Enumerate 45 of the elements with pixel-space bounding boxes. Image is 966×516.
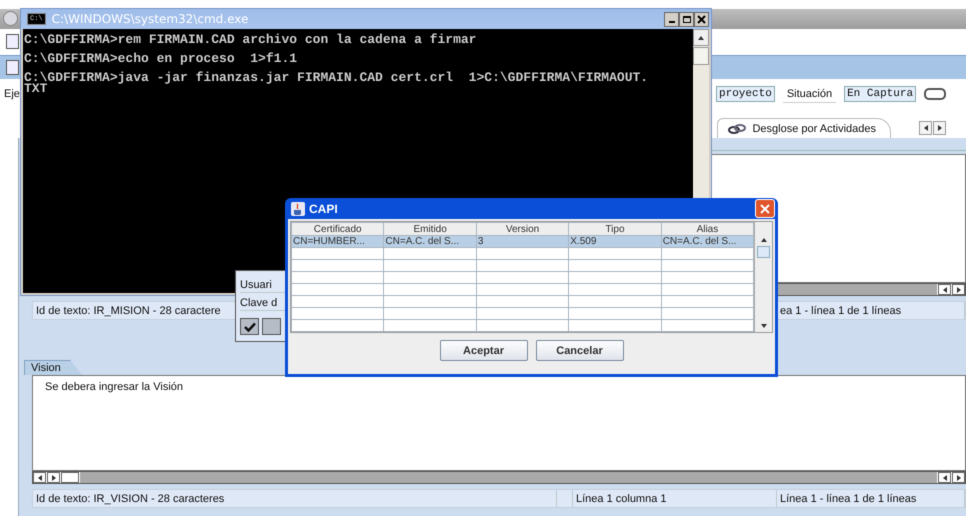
maximize-button[interactable] [679, 12, 694, 26]
scroll-right-button[interactable] [933, 121, 946, 135]
table-cell: X.509 [568, 236, 662, 248]
accept-button[interactable]: Aceptar [440, 340, 528, 361]
column-header[interactable]: Version [476, 222, 569, 236]
field-label: Situación [782, 86, 836, 103]
table-cell: CN=A.C. del S... [661, 236, 754, 248]
horizontal-scrollbar[interactable] [32, 471, 966, 484]
app-icon [3, 11, 18, 26]
table-cell: CN=A.C. del S... [384, 236, 476, 248]
table-cell: CN=HUMBER... [292, 236, 384, 248]
cancel-button[interactable]: Cancelar [536, 340, 624, 361]
field-label: Usuari [240, 278, 272, 290]
check-icon [244, 322, 256, 332]
close-icon [697, 14, 706, 24]
status-text: Línea 1 columna 1 [573, 490, 777, 507]
column-header[interactable]: Alias [661, 222, 754, 236]
status-text: Id de texto: IR_VISION - 28 caracteres [33, 490, 557, 507]
window-title: CAPI [309, 202, 339, 216]
close-icon [760, 204, 770, 214]
confirm-button[interactable] [240, 318, 259, 335]
cup-icon [291, 202, 305, 216]
console-line: TXT [24, 83, 48, 94]
field-value: proyecto [716, 86, 775, 102]
close-button[interactable] [694, 12, 709, 26]
vertical-scrollbar[interactable] [754, 222, 772, 332]
field-label: Eje [4, 88, 20, 100]
tab[interactable]: Desglose por Actividades [717, 118, 891, 138]
window-title: C:\WINDOWS\system32\cmd.exe [52, 12, 250, 26]
column-header[interactable]: Emitido [384, 222, 476, 236]
console-line: C:\GDFFIRMA>rem FIRMAIN.CAD archivo con la cadena a firmar [24, 34, 478, 45]
cancel-button[interactable] [262, 318, 281, 335]
scroll-left-button[interactable] [919, 121, 932, 135]
console-line: C:\GDFFIRMA>echo en proceso 1>f1.1 [24, 53, 298, 64]
field-value: En Captura [844, 86, 916, 102]
status-text: Línea 1 - línea 1 de 1 líneas [777, 490, 965, 507]
link-icon [728, 122, 746, 134]
table-cell: 3 [476, 236, 569, 248]
column-header[interactable]: Certificado [292, 222, 384, 236]
column-header[interactable]: Tipo [568, 222, 662, 236]
document-icon[interactable] [6, 34, 19, 50]
text-area[interactable]: Se debera ingresar la Visión [32, 375, 966, 471]
text-content: Se debera ingresar la Visión [45, 381, 183, 393]
minimize-button[interactable] [664, 12, 679, 26]
console-line: C:\GDFFIRMA>java -jar finanzas.jar FIRMAIN.CAD cert.crl 1>C:\GDFFIRMA\FIRMAOUT. [24, 72, 650, 83]
